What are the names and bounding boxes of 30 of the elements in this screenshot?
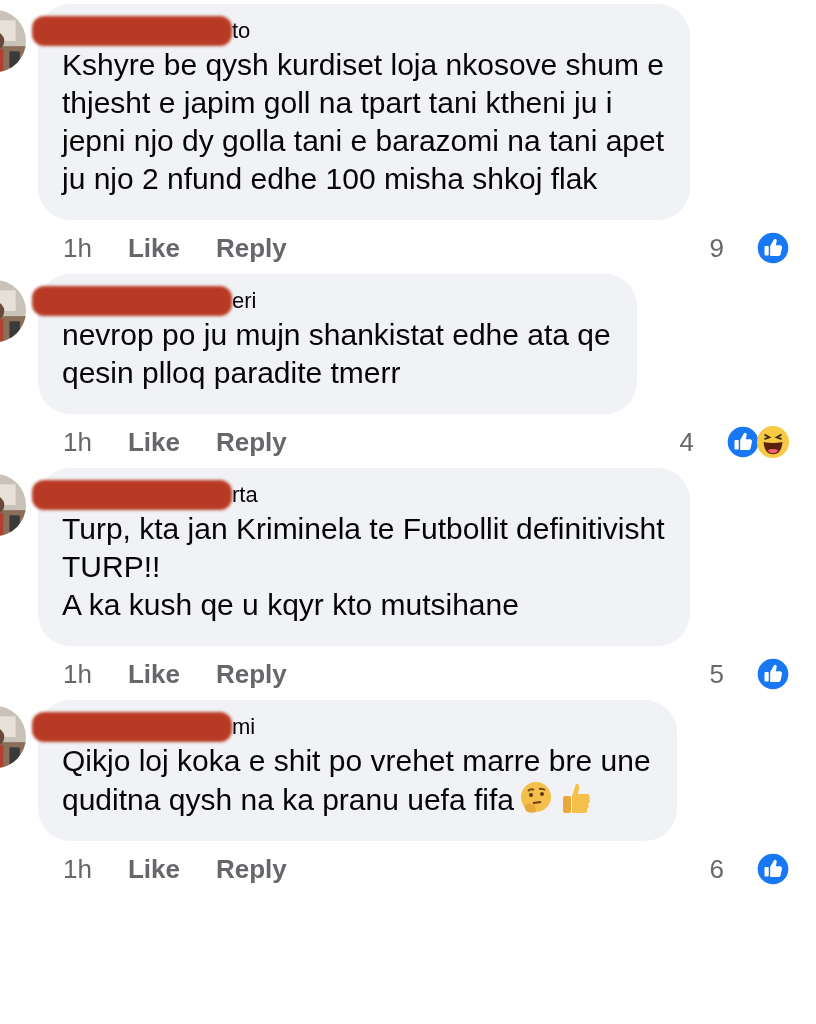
reply-link[interactable]: Reply (215, 853, 287, 885)
thinking-face-icon (518, 780, 554, 816)
reaction-count[interactable]: 5 (709, 658, 724, 690)
comment-text: Kshyre be qysh kurdiset loja nkosove shum e thjesht e japim goll na tpart tani ktheni ju i jepni njo dy golla tani e barazomi na tani apet ju njo 2 nfund edhe 100 misha shkoj flak (62, 47, 665, 197)
like-reaction-icon (756, 231, 790, 265)
reply-link[interactable]: Reply (215, 426, 287, 458)
commenter-name[interactable]: rta (232, 482, 258, 508)
commenter-name[interactable]: eri (232, 288, 257, 314)
reaction-count[interactable]: 4 (679, 426, 694, 458)
like-reaction-icon (756, 852, 790, 886)
like-reaction-icon (756, 657, 790, 691)
reply-link[interactable]: Reply (215, 232, 287, 264)
commenter-name[interactable]: mi (232, 714, 256, 740)
like-link[interactable]: Like (127, 426, 180, 458)
commenter-name[interactable]: to (232, 18, 251, 44)
comment-time: 1h (63, 853, 92, 885)
laughing-reaction-icon (756, 425, 790, 459)
reaction-count[interactable]: 9 (709, 232, 724, 264)
comment-time: 1h (63, 232, 92, 264)
comment-time: 1h (63, 426, 92, 458)
reply-link[interactable]: Reply (215, 658, 287, 690)
like-link[interactable]: Like (127, 853, 180, 885)
comment-text: nevrop po ju mujn shankistat edhe ata qe qesin plloq paradite tmerr (62, 317, 611, 391)
like-link[interactable]: Like (127, 658, 180, 690)
like-link[interactable]: Like (127, 232, 180, 264)
comment-text: Qikjo loj koka e shit po vrehet marre bre une quditna qysh na ka pranu uefa fifa (62, 743, 651, 818)
reaction-count[interactable]: 6 (709, 853, 724, 885)
like-reaction-icon (726, 425, 760, 459)
comment-text: Turp, kta jan Kriminela te Futbollit definitivisht TURP!! A ka kush qe u kqyr kto mutsihane (62, 511, 665, 623)
comment-time: 1h (63, 658, 92, 690)
